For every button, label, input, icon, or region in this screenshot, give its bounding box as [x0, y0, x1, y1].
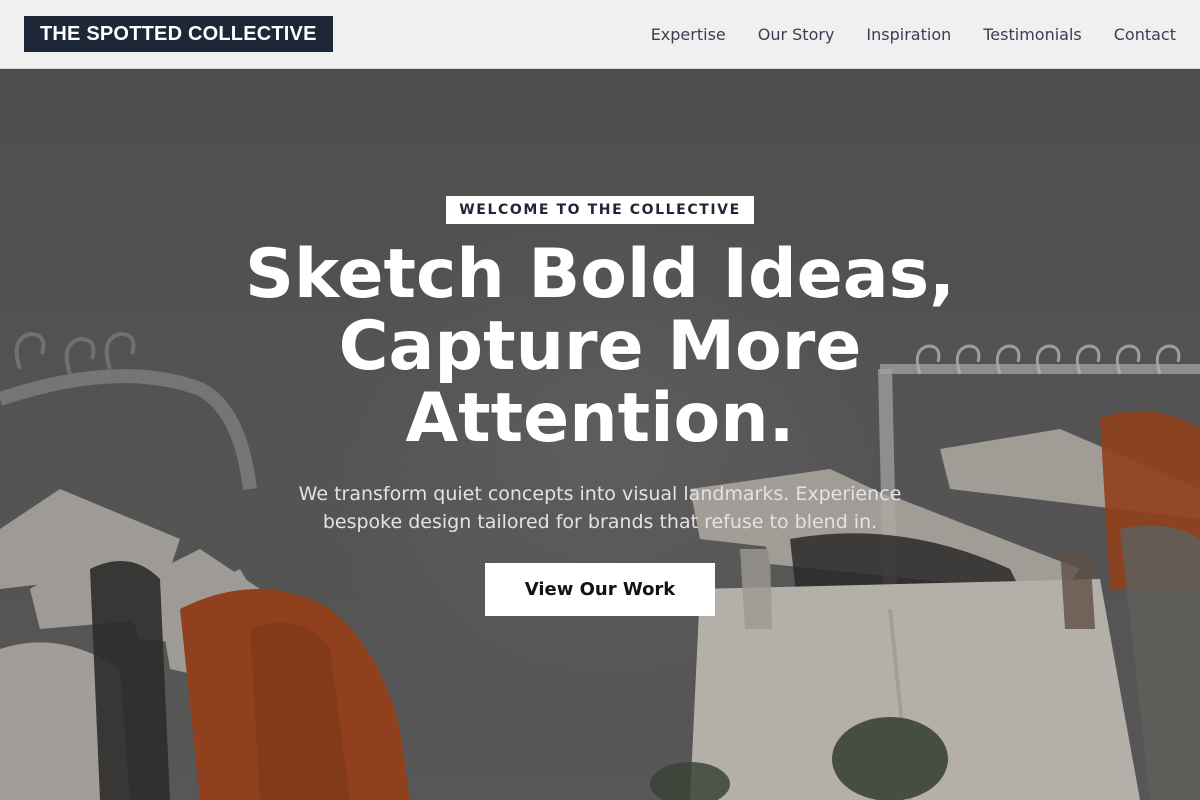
nav-link-our-story[interactable]: Our Story [758, 25, 835, 44]
hero-subtext: We transform quiet concepts into visual … [298, 483, 902, 533]
hero-headline-line-2: Capture More [338, 307, 862, 386]
nav-link-inspiration[interactable]: Inspiration [866, 25, 951, 44]
hero-content: WELCOME TO THE COLLECTIVE Sketch Bold Id… [0, 69, 1200, 800]
hero-headline: Sketch Bold Ideas, Capture More Attentio… [150, 239, 1050, 455]
top-navbar: THE SPOTTED COLLECTIVE Expertise Our Sto… [0, 0, 1200, 69]
main-nav: Expertise Our Story Inspiration Testimon… [651, 22, 1176, 46]
nav-link-testimonials[interactable]: Testimonials [983, 25, 1082, 44]
nav-link-contact[interactable]: Contact [1114, 25, 1176, 44]
hero-headline-line-3: Attention. [405, 379, 795, 458]
nav-link-expertise[interactable]: Expertise [651, 25, 726, 44]
hero-section: WELCOME TO THE COLLECTIVE Sketch Bold Id… [0, 69, 1200, 800]
hero-headline-line-1: Sketch Bold Ideas, [245, 235, 955, 314]
hero-eyebrow-badge: WELCOME TO THE COLLECTIVE [446, 196, 754, 224]
view-our-work-button[interactable]: View Our Work [485, 563, 715, 616]
brand-logo[interactable]: THE SPOTTED COLLECTIVE [24, 16, 333, 52]
